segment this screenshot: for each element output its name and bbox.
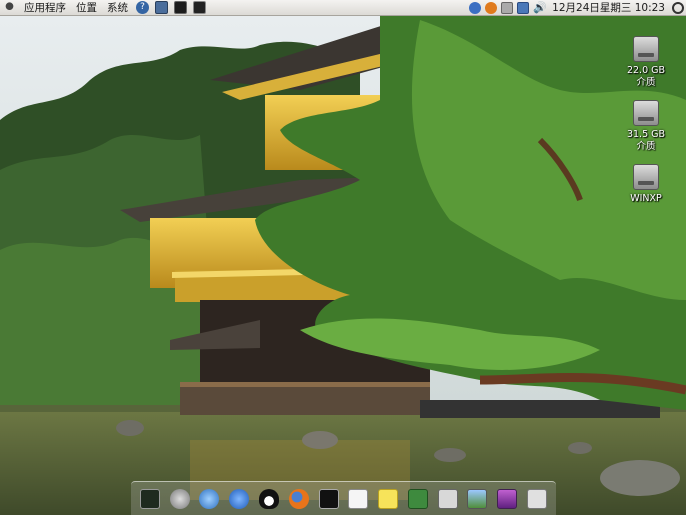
desktop-icon-drive-31gb[interactable]: 31.5 GB 介质 [621,100,671,153]
desktop-icon-drive-22gb[interactable]: 22.0 GB 介质 [621,36,671,89]
speaker-icon[interactable]: 🔊 [533,1,547,14]
menu-applications[interactable]: 应用程序 [19,0,71,16]
document-icon[interactable] [348,488,369,509]
video-chat-icon[interactable] [229,488,250,509]
system-monitor-icon[interactable] [139,488,160,509]
calculator-icon[interactable] [437,488,458,509]
menu-places[interactable]: 位置 [71,0,102,16]
music-note-icon[interactable] [469,1,482,14]
help-icon[interactable]: ? [136,1,149,14]
dock [131,481,556,515]
notification-area: 🔊 12月24日星期三 10:23 [467,0,686,16]
qq-penguin-icon[interactable] [259,488,280,509]
hard-drive-icon [633,164,659,190]
image-viewer-icon[interactable] [467,488,488,509]
desktop-icon-label: 22.0 GB 介质 [626,65,666,88]
media-player-icon[interactable] [497,488,518,509]
settings-tools-icon[interactable] [527,488,548,509]
hard-drive-icon [633,100,659,126]
keyboard-icon[interactable] [501,1,514,14]
update-notifier-icon[interactable] [485,1,498,14]
desktop-icon-label: 31.5 GB 介质 [626,129,666,152]
terminal-icon[interactable] [318,488,339,509]
system-monitor-icon[interactable] [174,1,187,14]
menu-system[interactable]: 系统 [102,0,133,16]
itunes-icon[interactable] [199,488,220,509]
seahorse-icon[interactable] [169,488,190,509]
top-panel: 应用程序 位置 系统 ? 🔊 12月24日星期三 10:23 [0,0,686,16]
network-icon[interactable] [517,1,530,14]
book-icon[interactable] [407,488,428,509]
power-icon[interactable] [672,1,684,14]
clock[interactable]: 12月24日星期三 10:23 [547,0,670,15]
desktop-wallpaper [0,0,686,515]
firefox-icon[interactable] [288,488,309,509]
terminal-icon[interactable] [193,1,206,14]
desktop-icon-label: WINXP [630,193,662,204]
sticky-notes-icon[interactable] [378,488,399,509]
save-icon[interactable] [155,1,168,14]
desktop-icon-winxp[interactable]: WINXP [621,164,671,205]
ubuntu-foot-icon[interactable] [3,1,16,14]
hard-drive-icon [633,36,659,62]
